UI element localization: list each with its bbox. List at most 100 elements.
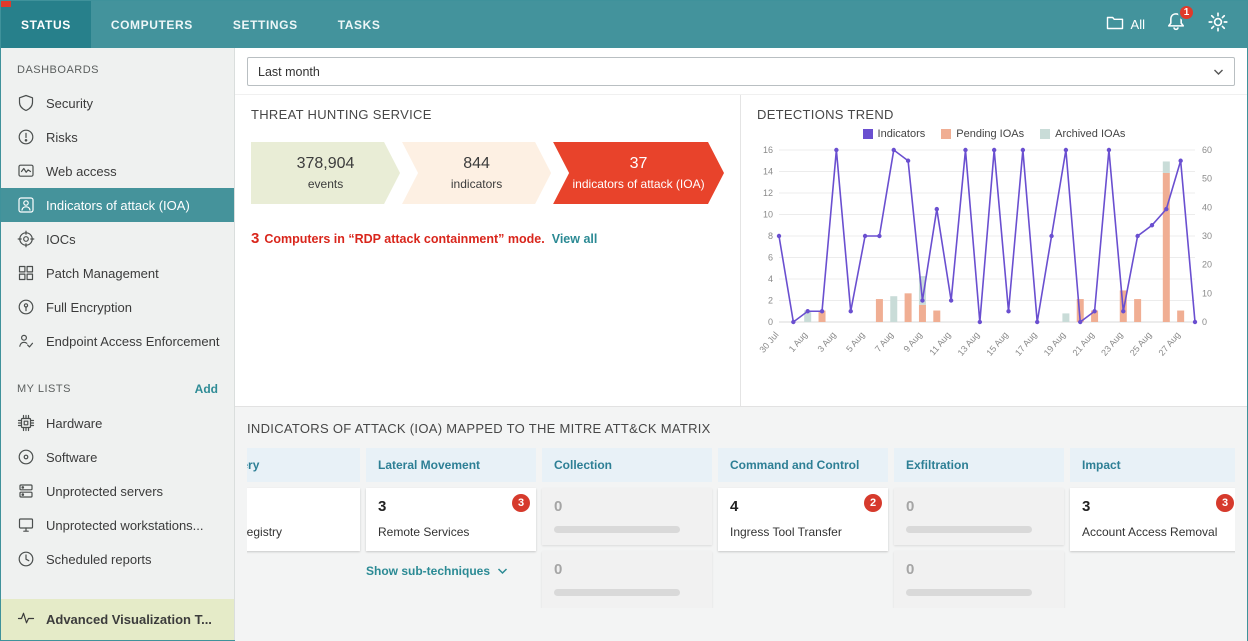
funnel-stage-indicators[interactable]: 844indicators — [402, 142, 551, 204]
primary-nav: STATUSCOMPUTERSSETTINGSTASKS — [1, 1, 401, 48]
svg-text:20: 20 — [1202, 260, 1212, 270]
tab-computers[interactable]: COMPUTERS — [91, 1, 213, 48]
sidebar-item-security[interactable]: Security — [1, 86, 234, 120]
threat-hunting-panel: THREAT HUNTING SERVICE 378,904 events 844i… — [235, 95, 741, 406]
legend-swatch — [1040, 129, 1050, 139]
target-icon — [17, 230, 35, 248]
technique-card-remote-services[interactable]: 3 Remote Services 3 — [366, 488, 536, 551]
svg-text:0: 0 — [768, 317, 773, 327]
settings-gear-button[interactable] — [1207, 11, 1229, 38]
funnel-stage-value: 37 — [630, 155, 648, 173]
sidebar-item-label: Unprotected servers — [46, 484, 163, 499]
sidebar-item-label: Indicators of attack (IOA) — [46, 198, 190, 213]
tab-status[interactable]: STATUS — [1, 1, 91, 48]
sidebar-item-scheduled-reports[interactable]: Scheduled reports — [1, 542, 234, 576]
technique-card-empty: 0 — [894, 551, 1064, 608]
sidebar-item-hardware[interactable]: Hardware — [1, 406, 234, 440]
legend-item-archived-ioas[interactable]: Archived IOAs — [1040, 128, 1125, 140]
legend-item-pending-ioas[interactable]: Pending IOAs — [941, 128, 1024, 140]
matrix-column-header: Exfiltration — [894, 448, 1064, 482]
svg-text:8: 8 — [768, 231, 773, 241]
svg-text:40: 40 — [1202, 202, 1212, 212]
my-lists-header: MY LISTS Add — [1, 372, 234, 406]
sidebar-item-endpoint-access-enforcement[interactable]: Endpoint Access Enforcement — [1, 324, 234, 358]
funnel-stage-label: indicators — [451, 177, 502, 191]
sidebar-item-software[interactable]: Software — [1, 440, 234, 474]
technique-card-account-access-removal[interactable]: 3Account Access Removal3 — [1070, 488, 1235, 551]
legend-item-indicators[interactable]: Indicators — [863, 128, 926, 140]
waveform-icon — [17, 609, 35, 630]
risk-icon — [17, 128, 35, 146]
technique-card-empty: 0 — [542, 551, 712, 608]
svg-text:30: 30 — [1202, 231, 1212, 241]
placeholder-bar — [906, 589, 1032, 596]
svg-text:27 Aug: 27 Aug — [1157, 330, 1183, 358]
containment-count: 3 — [251, 230, 259, 247]
bell-icon — [1165, 20, 1187, 37]
sidebar-item-full-encryption[interactable]: Full Encryption — [1, 290, 234, 324]
show-sub-techniques-link[interactable]: Show sub-techniques — [366, 564, 536, 578]
dashboards-section-title: DASHBOARDS — [1, 48, 234, 86]
notifications-button[interactable]: 1 — [1165, 11, 1187, 38]
sidebar-item-unprotected-workstations[interactable]: Unprotected workstations... — [1, 508, 234, 542]
technique-count: 3 — [378, 498, 524, 515]
tab-settings[interactable]: SETTINGS — [213, 1, 318, 48]
sidebar-item-label: Patch Management — [46, 266, 159, 281]
chevron-down-icon — [497, 568, 508, 575]
funnel-stage-events[interactable]: 378,904 events — [251, 142, 400, 204]
threat-hunting-title: THREAT HUNTING SERVICE — [251, 107, 724, 122]
svg-text:7 Aug: 7 Aug — [873, 330, 895, 354]
ioa-count-badge: 2 — [864, 494, 882, 512]
sidebar-item-label: Security — [46, 96, 93, 111]
folder-filter-label: All — [1131, 17, 1145, 32]
patch-icon — [17, 264, 35, 282]
sidebar-item-iocs[interactable]: IOCs — [1, 222, 234, 256]
sidebar-item-label: Advanced Visualization T... — [46, 612, 212, 627]
svg-text:50: 50 — [1202, 174, 1212, 184]
rdp-containment-alert: 3 Computers in “RDP attack containment” … — [251, 230, 724, 247]
svg-text:13 Aug: 13 Aug — [956, 330, 982, 358]
svg-text:16: 16 — [763, 145, 773, 155]
svg-text:15 Aug: 15 Aug — [984, 330, 1010, 358]
legend-swatch — [941, 129, 951, 139]
technique-card-query-registry[interactable]: 1 Query Registry — [247, 488, 360, 551]
svg-text:30 Jul: 30 Jul — [757, 330, 780, 355]
matrix-column-header: Impact — [1070, 448, 1235, 482]
ioa-count-badge: 3 — [1216, 494, 1234, 512]
sidebar-item-web-access[interactable]: Web access — [1, 154, 234, 188]
funnel-stage-indicators-of-attack-ioa[interactable]: 37indicators of attack (IOA) — [553, 142, 724, 204]
filter-all-button[interactable]: All — [1105, 13, 1145, 36]
chevron-down-icon — [1213, 65, 1224, 79]
svg-text:23 Aug: 23 Aug — [1099, 330, 1125, 358]
sidebar-item-label: IOCs — [46, 232, 76, 247]
my-lists-title: MY LISTS — [17, 383, 71, 395]
sidebar-item-indicators-of-attack-ioa[interactable]: Indicators of attack (IOA) — [1, 188, 234, 222]
time-range-dropdown[interactable]: Last month — [247, 57, 1235, 86]
technique-count: 1 — [247, 498, 348, 515]
placeholder-bar — [906, 526, 1032, 533]
ioa-count-badge: 3 — [512, 494, 530, 512]
funnel-stage-value: 378,904 — [297, 155, 355, 173]
mitre-matrix-columns: Discovery1Query RegistryLateral Movement… — [247, 448, 1235, 608]
svg-text:10: 10 — [1202, 288, 1212, 298]
legend-label: Indicators — [878, 128, 926, 140]
matrix-column-impact: Impact 3Account Access Removal3 — [1070, 448, 1235, 608]
svg-text:17 Aug: 17 Aug — [1013, 330, 1039, 358]
funnel-stage-label: events — [308, 177, 343, 191]
svg-text:1 Aug: 1 Aug — [787, 330, 809, 354]
svg-text:19 Aug: 19 Aug — [1042, 330, 1068, 358]
technique-card-ingress-tool-transfer[interactable]: 4Ingress Tool Transfer2 — [718, 488, 888, 551]
legend-swatch — [863, 129, 873, 139]
technique-name: Remote Services — [378, 525, 524, 539]
sidebar-item-label: Unprotected workstations... — [46, 518, 204, 533]
sidebar-item-unprotected-servers[interactable]: Unprotected servers — [1, 474, 234, 508]
view-all-link[interactable]: View all — [552, 232, 598, 246]
sidebar-item-risks[interactable]: Risks — [1, 120, 234, 154]
technique-name: Query Registry — [247, 525, 348, 539]
add-list-link[interactable]: Add — [195, 382, 218, 396]
svg-text:12: 12 — [763, 188, 773, 198]
sidebar-item-patch-management[interactable]: Patch Management — [1, 256, 234, 290]
sidebar-item-label: Web access — [46, 164, 117, 179]
tab-tasks[interactable]: TASKS — [318, 1, 401, 48]
sidebar-item-advanced-visualization[interactable]: Advanced Visualization T... — [1, 599, 234, 640]
